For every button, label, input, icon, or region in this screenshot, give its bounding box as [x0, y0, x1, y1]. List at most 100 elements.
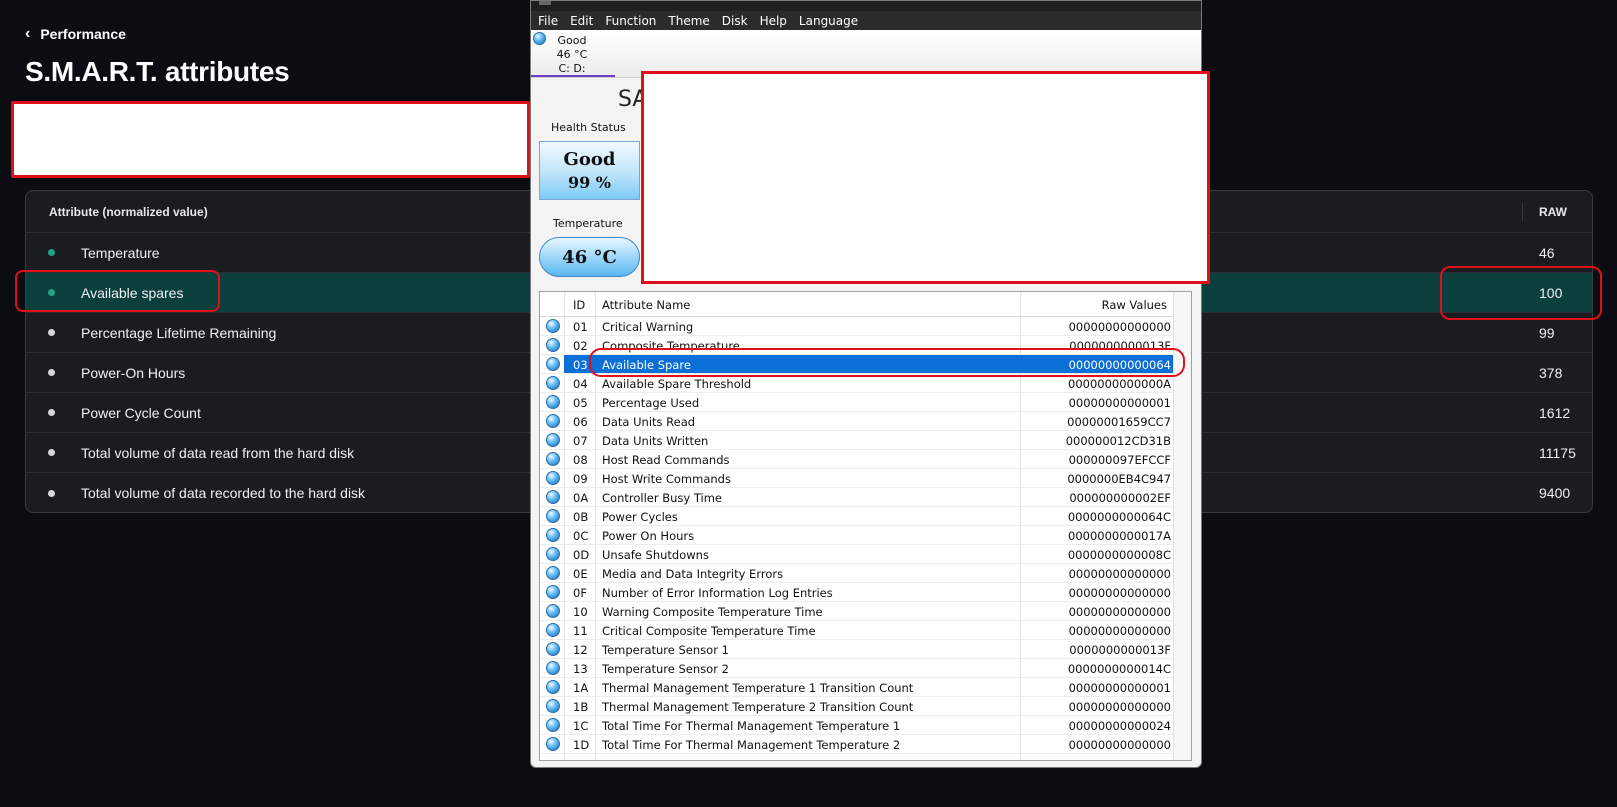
column-header-raw-values[interactable]: Raw Values: [1102, 298, 1167, 312]
raw-value: 0000000000014C: [1067, 662, 1171, 676]
attribute-id: 0C: [573, 529, 589, 543]
page-title: S.M.A.R.T. attributes: [25, 56, 290, 87]
attribute-name: Temperature Sensor 2: [602, 662, 729, 676]
smart-row[interactable]: 0F Number of Error Information Log Entrie…: [540, 583, 1191, 602]
smart-row[interactable]: 0B Power Cycles 0000000000064C: [540, 507, 1191, 526]
attribute-name: Thermal Management Temperature 2 Transit…: [602, 700, 914, 714]
status-dot-icon: [48, 329, 55, 336]
smart-row[interactable]: 13 Temperature Sensor 2 0000000000014C: [540, 659, 1191, 678]
raw-value: 00000000000000: [1068, 320, 1171, 334]
attribute-name: Percentage Lifetime Remaining: [81, 324, 277, 341]
attribute-id: 01: [573, 320, 588, 334]
status-orb-icon: [546, 737, 560, 751]
status-orb-icon: [533, 32, 546, 45]
smart-table-body: 01 Critical Warning 00000000000000 02 Compos…: [540, 317, 1191, 754]
menu-item-theme[interactable]: Theme: [668, 14, 709, 28]
status-orb-icon: [546, 471, 560, 485]
back-link[interactable]: ‹ Performance: [25, 26, 126, 43]
raw-value: 1612: [1539, 404, 1571, 421]
back-label: Performance: [40, 26, 126, 42]
raw-value: 00000000000000: [1068, 605, 1171, 619]
attribute-name: Critical Composite Temperature Time: [602, 624, 816, 638]
smart-row[interactable]: 1D Total Time For Thermal Management Temp…: [540, 735, 1191, 754]
attribute-name: Unsafe Shutdowns: [602, 548, 709, 562]
menu-item-help[interactable]: Help: [760, 14, 787, 28]
attribute-name: Power-On Hours: [81, 364, 186, 381]
column-header-raw[interactable]: RAW: [1539, 205, 1567, 219]
raw-value: 99: [1539, 324, 1555, 341]
raw-value: 00000000000000: [1068, 586, 1171, 600]
attribute-id: 13: [573, 662, 588, 676]
raw-value: 000000000002EF: [1069, 491, 1171, 505]
smart-row[interactable]: 01 Critical Warning 00000000000000: [540, 317, 1191, 336]
attribute-name: Critical Warning: [602, 320, 694, 334]
column-header-id[interactable]: ID: [573, 298, 585, 312]
attribute-id: 11: [573, 624, 588, 638]
attribute-name: Power Cycle Count: [81, 404, 201, 421]
attribute-id: 1D: [573, 738, 590, 752]
menu-item-language[interactable]: Language: [799, 14, 858, 28]
temperature-label: Temperature: [553, 217, 623, 230]
temperature-value[interactable]: 46 °C: [539, 237, 640, 277]
smart-row[interactable]: 1B Thermal Management Temperature 2 Trans…: [540, 697, 1191, 716]
smart-row[interactable]: 10 Warning Composite Temperature Time 0000…: [540, 602, 1191, 621]
redaction-box: [641, 71, 1210, 284]
smart-row[interactable]: 07 Data Units Written 000000012CD31B: [540, 431, 1191, 450]
raw-value: 00000000000024: [1068, 719, 1171, 733]
health-status-value: Good: [563, 149, 616, 170]
status-orb-icon: [546, 566, 560, 580]
attribute-id: 05: [573, 396, 588, 410]
status-orb-icon: [546, 357, 560, 371]
redaction-box: [11, 101, 530, 178]
status-orb-icon: [546, 623, 560, 637]
status-dot-icon: [48, 369, 55, 376]
smart-row[interactable]: 1A Thermal Management Temperature 1 Trans…: [540, 678, 1191, 697]
window-titlebar[interactable]: [531, 1, 1201, 11]
highlight-annotation: [589, 348, 1185, 377]
smart-row[interactable]: 05 Percentage Used 00000000000001: [540, 393, 1191, 412]
smart-row[interactable]: 0A Controller Busy Time 000000000002EF: [540, 488, 1191, 507]
attribute-id: 0D: [573, 548, 590, 562]
smart-row[interactable]: 11 Critical Composite Temperature Time 000…: [540, 621, 1191, 640]
attribute-name: Total volume of data read from the hard …: [81, 444, 355, 461]
attribute-id: 06: [573, 415, 588, 429]
raw-value: 0000000000017A: [1068, 529, 1171, 543]
attribute-name: Media and Data Integrity Errors: [602, 567, 784, 581]
attribute-name: Thermal Management Temperature 1 Transit…: [602, 681, 914, 695]
raw-value: 000000012CD31B: [1065, 434, 1171, 448]
raw-value: 00000000000001: [1068, 396, 1171, 410]
smart-row[interactable]: 09 Host Write Commands 0000000EB4C947: [540, 469, 1191, 488]
raw-value: 000000097EFCCF: [1068, 453, 1171, 467]
menu-item-file[interactable]: File: [538, 14, 558, 28]
smart-row[interactable]: 06 Data Units Read 00000001659CC7: [540, 412, 1191, 431]
status-orb-icon: [546, 718, 560, 732]
menu-item-disk[interactable]: Disk: [722, 14, 748, 28]
health-status-button[interactable]: Good 99 %: [539, 141, 640, 200]
raw-value: 00000000000000: [1068, 624, 1171, 638]
menu-item-function[interactable]: Function: [605, 14, 656, 28]
status-orb-icon: [546, 376, 560, 390]
smart-row[interactable]: 1C Total Time For Thermal Management Temp…: [540, 716, 1191, 735]
smart-row[interactable]: 12 Temperature Sensor 1 0000000000013F: [540, 640, 1191, 659]
attribute-name: Host Read Commands: [602, 453, 730, 467]
menu-item-edit[interactable]: Edit: [570, 14, 593, 28]
attribute-id: 08: [573, 453, 588, 467]
attribute-id: 02: [573, 339, 588, 353]
raw-value: 0000000EB4C947: [1067, 472, 1171, 486]
drive-temp: 46 °C: [556, 48, 588, 61]
attribute-name: Controller Busy Time: [602, 491, 722, 505]
status-dot-icon: [48, 249, 55, 256]
column-header-attribute-name[interactable]: Attribute Name: [602, 298, 690, 312]
status-orb-icon: [546, 509, 560, 523]
attribute-name: Data Units Written: [602, 434, 709, 448]
column-header-attribute[interactable]: Attribute (normalized value): [49, 205, 208, 219]
smart-row[interactable]: 08 Host Read Commands 000000097EFCCF: [540, 450, 1191, 469]
smart-row[interactable]: 0E Media and Data Integrity Errors 0000000…: [540, 564, 1191, 583]
menu-bar: File Edit Function Theme Disk Help Language: [531, 11, 1201, 30]
raw-value: 00000000000000: [1068, 567, 1171, 581]
raw-value: 11175: [1539, 444, 1576, 461]
smart-row[interactable]: 0C Power On Hours 0000000000017A: [540, 526, 1191, 545]
smart-row[interactable]: 0D Unsafe Shutdowns 0000000000008C: [540, 545, 1191, 564]
status-orb-icon: [546, 490, 560, 504]
attribute-name: Number of Error Information Log Entries: [602, 586, 833, 600]
